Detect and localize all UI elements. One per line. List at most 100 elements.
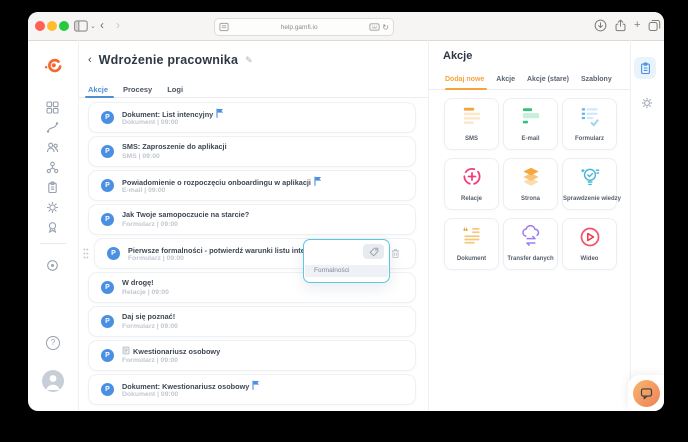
tag-button[interactable] bbox=[363, 244, 384, 259]
sidebar-item-badges-icon[interactable] bbox=[46, 221, 59, 239]
board-tool-button[interactable] bbox=[634, 57, 656, 79]
action-meta: Formularz | 09:00 bbox=[122, 220, 178, 228]
action-title: Powiadomienie o rozpoczęciu onboardingu … bbox=[122, 177, 311, 187]
relations-icon bbox=[460, 164, 484, 195]
flag-icon bbox=[252, 380, 260, 392]
panel-divider bbox=[428, 40, 429, 411]
action-card[interactable]: P Dokument: Kwestionariusz osobowy Dokum… bbox=[88, 374, 416, 405]
action-type-relacje[interactable]: Relacje bbox=[444, 158, 499, 210]
downloads-icon[interactable] bbox=[594, 19, 607, 37]
sidebar-item-tasks-icon[interactable] bbox=[46, 181, 59, 199]
delete-icon[interactable] bbox=[391, 246, 400, 264]
action-type-formularz[interactable]: Formularz bbox=[562, 98, 617, 150]
avatar: P bbox=[101, 383, 114, 396]
action-meta: Relacje | 09:00 bbox=[122, 288, 169, 296]
panel-active-tab-underline bbox=[445, 88, 487, 90]
action-type-sms[interactable]: SMS bbox=[444, 98, 499, 150]
zoom-window-button[interactable] bbox=[59, 21, 69, 31]
forward-button[interactable]: › bbox=[116, 19, 120, 31]
tab-procesy[interactable]: Procesy bbox=[123, 85, 152, 94]
action-title: Daj się poznać! bbox=[122, 312, 176, 321]
minibar-divider bbox=[630, 40, 631, 411]
action-card[interactable]: P Daj się poznać! Formularz | 09:00 bbox=[88, 306, 416, 337]
tab-logi[interactable]: Logi bbox=[167, 85, 183, 94]
avatar: P bbox=[107, 247, 120, 260]
new-tab-button[interactable]: + bbox=[634, 19, 640, 31]
sidebar-item-structure-icon[interactable] bbox=[46, 161, 59, 179]
sidebar-item-processes-icon[interactable] bbox=[46, 121, 59, 139]
share-icon[interactable] bbox=[614, 19, 627, 37]
drag-handle[interactable] bbox=[83, 246, 89, 264]
page-title: Wdrożenie pracownika bbox=[98, 53, 239, 67]
action-meta: E-mail | 09:00 bbox=[122, 186, 166, 194]
sidebar-toggle-icon[interactable] bbox=[74, 19, 88, 37]
action-title: Jak Twoje samopoczucie na starcie? bbox=[122, 210, 250, 219]
action-type-email[interactable]: E-mail bbox=[503, 98, 558, 150]
panel-tab-szablony[interactable]: Szablony bbox=[581, 76, 612, 83]
close-window-button[interactable] bbox=[35, 21, 45, 31]
back-button[interactable]: ‹ bbox=[100, 19, 104, 31]
sms-icon bbox=[460, 104, 484, 135]
action-type-transfer-danych[interactable]: Transfer danych bbox=[503, 218, 558, 270]
email-icon bbox=[519, 104, 543, 135]
sidebar-item-settings-icon[interactable] bbox=[46, 201, 59, 219]
reader-icon[interactable] bbox=[219, 22, 229, 32]
sidebar-item-support-icon[interactable] bbox=[46, 259, 59, 277]
action-type-dokument[interactable]: ❝ Dokument bbox=[444, 218, 499, 270]
action-title: Dokument: Kwestionariusz osobowy bbox=[122, 381, 250, 391]
action-card[interactable]: P Dokument: List intencyjny Dokument | 0… bbox=[88, 102, 416, 133]
action-type-wideo[interactable]: Wideo bbox=[562, 218, 617, 270]
tab-akcje[interactable]: Akcje bbox=[88, 85, 108, 94]
action-card[interactable]: P Kwestionariusz osobowy Formularz | 09:… bbox=[88, 340, 416, 371]
avatar: P bbox=[101, 179, 114, 192]
sidebar-item-dashboard-icon[interactable] bbox=[46, 101, 59, 119]
knowledge-bulb-icon bbox=[578, 164, 602, 195]
chat-bubble-icon[interactable] bbox=[632, 379, 660, 407]
action-meta: Formularz | 09:00 bbox=[122, 356, 178, 364]
action-title: Dokument: List intencyjny bbox=[122, 109, 214, 119]
action-title: W drogę! bbox=[122, 278, 154, 287]
main-tabs: Akcje Procesy Logi bbox=[88, 85, 183, 94]
action-title: SMS: Zaproszenie do aplikacji bbox=[122, 142, 227, 151]
edit-title-icon[interactable]: ✎ bbox=[245, 55, 253, 66]
form-icon bbox=[578, 104, 602, 135]
sidebar-section-divider bbox=[40, 243, 66, 244]
action-card[interactable]: P Jak Twoje samopoczucie na starcie? For… bbox=[88, 204, 416, 235]
tag-suggestion[interactable]: Formalności bbox=[305, 265, 388, 277]
document-icon: ❝ bbox=[460, 224, 484, 255]
action-meta: Formularz | 09:00 bbox=[128, 254, 184, 262]
tabs-divider bbox=[78, 97, 428, 98]
action-meta: Dokument | 09:00 bbox=[122, 390, 179, 398]
action-card[interactable]: P SMS: Zaproszenie do aplikacji SMS | 09… bbox=[88, 136, 416, 167]
panel-tab-dodaj-nowe[interactable]: Dodaj nowe bbox=[445, 76, 484, 83]
chat-widget[interactable] bbox=[628, 375, 664, 411]
action-title: Kwestionariusz osobowy bbox=[133, 347, 221, 356]
reload-icon[interactable]: ↻ bbox=[382, 23, 389, 32]
panel-tab-akcje[interactable]: Akcje bbox=[496, 76, 515, 83]
video-play-icon bbox=[578, 224, 602, 255]
tab-overview-icon[interactable] bbox=[648, 19, 661, 37]
help-icon[interactable]: ? bbox=[46, 336, 60, 350]
flag-icon bbox=[216, 108, 224, 120]
minimize-window-button[interactable] bbox=[47, 21, 57, 31]
page-back-icon[interactable]: ‹ bbox=[88, 51, 92, 69]
sidebar-chevron-icon[interactable]: ⌄ bbox=[90, 21, 96, 33]
tag-popover: Formalności bbox=[303, 239, 390, 283]
browser-window: ⌄ ‹ › help.gamfi.io ↻ + ? ‹ Wdrożenie pr… bbox=[28, 12, 664, 411]
action-type-sprawdzenie-wiedzy[interactable]: Sprawdzenie wiedzy bbox=[562, 158, 621, 210]
panel-tabs: Dodaj nowe Akcje Akcje (stare) Szablony bbox=[445, 76, 612, 83]
address-bar[interactable]: help.gamfi.io ↻ bbox=[214, 18, 394, 36]
panel-tab-akcje-stare[interactable]: Akcje (stare) bbox=[527, 76, 569, 83]
document-mini-icon bbox=[122, 346, 130, 357]
site-permissions-icon[interactable] bbox=[369, 22, 380, 32]
action-type-strona[interactable]: Strona bbox=[503, 158, 558, 210]
user-avatar[interactable] bbox=[42, 370, 64, 392]
sidebar-item-people-icon[interactable] bbox=[46, 141, 59, 159]
browser-toolbar: ⌄ ‹ › help.gamfi.io ↻ + bbox=[28, 12, 664, 41]
avatar: P bbox=[101, 145, 114, 158]
panel-settings-icon[interactable] bbox=[641, 96, 653, 114]
flag-icon bbox=[314, 176, 322, 188]
panel-title: Akcje bbox=[443, 50, 473, 62]
page-layers-icon bbox=[519, 164, 543, 195]
action-card[interactable]: P Powiadomienie o rozpoczęciu onboarding… bbox=[88, 170, 416, 201]
